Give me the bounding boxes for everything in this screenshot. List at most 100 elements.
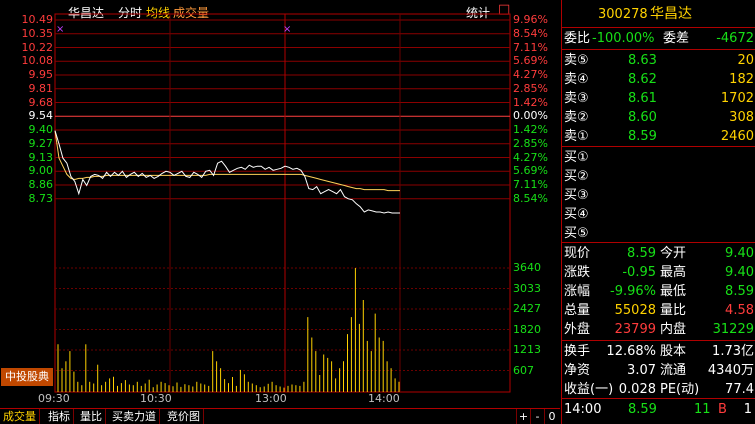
- stat-label: 流通: [660, 363, 687, 378]
- ask-price: 8.59: [628, 129, 657, 144]
- zoom-in-button[interactable]: +: [516, 409, 530, 424]
- stat-row: 涨跌 -0.95 最高 9.40: [562, 263, 755, 282]
- stat-label: 外盘: [564, 322, 591, 337]
- webi-label: 委比: [564, 31, 591, 46]
- order-ratio-row: 委比 -100.00% 委差 -4672: [562, 29, 755, 48]
- tab-buy-sell-force[interactable]: 买卖力道: [109, 409, 160, 424]
- tick-time: 14:00: [564, 402, 602, 417]
- stat-value: 8.59: [627, 246, 656, 261]
- bid-level-row[interactable]: 买②: [562, 167, 755, 186]
- time-axis-label: 14:00: [368, 392, 400, 405]
- webi-value: -100.00%: [592, 31, 655, 46]
- stat-label: 涨跌: [564, 265, 591, 280]
- price-axis-label: 9.54: [28, 109, 54, 123]
- reset-button[interactable]: 0: [544, 409, 559, 424]
- bid-label: 买⑤: [564, 226, 589, 241]
- price-axis-label: 8.73: [28, 191, 54, 205]
- bid-level-row[interactable]: 买③: [562, 186, 755, 205]
- tab-volume[interactable]: 成交量: [0, 409, 40, 424]
- stat-value: 31229: [712, 322, 754, 337]
- volume-axis-label: 1213: [513, 343, 541, 356]
- stat-label: 换手: [564, 344, 591, 359]
- percent-axis-label: 8.54%: [513, 26, 548, 40]
- zoom-out-button[interactable]: -: [530, 409, 544, 424]
- percent-axis-label: 4.27%: [513, 150, 548, 164]
- volume-axis-label: 3033: [513, 281, 541, 295]
- stat-label: 收益(一): [564, 382, 614, 397]
- price-axis-label: 9.27: [28, 136, 54, 150]
- stat-value: 3.07: [627, 363, 656, 378]
- price-axis-label: 9.40: [28, 123, 54, 136]
- marker-left: ×: [56, 24, 65, 35]
- ask-level-row[interactable]: 卖② 8.60 308: [562, 108, 755, 127]
- stat-value: -9.96%: [610, 284, 656, 299]
- percent-axis-label: 4.27%: [513, 68, 548, 81]
- stat-label: 涨幅: [564, 284, 591, 299]
- stat-value: 55028: [614, 303, 656, 318]
- percent-axis-label: 7.11%: [513, 178, 548, 191]
- stat-value: 23799: [614, 322, 656, 337]
- stat-value: 9.40: [725, 265, 754, 280]
- stat-row: 涨幅 -9.96% 最低 8.59: [562, 282, 755, 301]
- intraday-chart[interactable]: 华昌达 分时 均线 成交量 统计 □ 10.49 10.35 10.22 10.08 9…: [0, 0, 560, 408]
- bid-level-row[interactable]: 买④: [562, 205, 755, 224]
- stat-value: 4340万: [707, 363, 754, 378]
- wecha-label: 委差: [663, 31, 690, 46]
- stat-value: 8.59: [725, 284, 754, 299]
- percent-axis-label: 8.54%: [513, 191, 548, 205]
- bid-label: 买①: [564, 150, 589, 165]
- ask-volume: 2460: [720, 129, 754, 144]
- percent-axis-label: 2.85%: [513, 136, 548, 150]
- quote-panel: 300278 华昌达 委比 -100.00% 委差 -4672 卖⑤ 8.63 …: [561, 0, 755, 424]
- bid-level-row[interactable]: 买⑤: [562, 224, 755, 243]
- stat-row: 现价 8.59 今开 9.40: [562, 244, 755, 263]
- price-axis-label: 9.00: [28, 164, 54, 178]
- price-axis-label: 8.86: [28, 178, 54, 191]
- stat-value: 0.028: [618, 382, 656, 397]
- ask-price: 8.61: [628, 91, 657, 106]
- stat-label: 总量: [564, 303, 591, 318]
- stock-name: 华昌达: [650, 6, 692, 22]
- stat-value: 12.68%: [606, 344, 656, 359]
- tab-indicator[interactable]: 指标: [45, 409, 74, 424]
- ask-level-row[interactable]: 卖③ 8.61 1702: [562, 89, 755, 108]
- stat-value: -0.95: [622, 265, 656, 280]
- volume-axis-label: 607: [513, 363, 534, 377]
- ask-level-row[interactable]: 卖① 8.59 2460: [562, 127, 755, 146]
- tick-side: B: [718, 402, 727, 417]
- tick-count: 1: [743, 402, 752, 417]
- indicator-tabs: 成交量 指标 量比 买卖力道 竞价图 + - 0: [0, 408, 560, 424]
- stat-row: 总量 55028 量比 4.58: [562, 301, 755, 320]
- stat-value: 1.73亿: [712, 344, 754, 359]
- marker-right: ×: [283, 24, 292, 35]
- broker-badge[interactable]: 中投股典: [1, 368, 53, 386]
- percent-axis-label: 9.96%: [513, 13, 548, 26]
- ask-label: 卖⑤: [564, 53, 589, 68]
- tab-volume-ratio[interactable]: 量比: [77, 409, 106, 424]
- stat-label: 今开: [660, 246, 687, 261]
- price-axis-label: 9.81: [28, 81, 54, 95]
- stat-value: 77.4: [725, 382, 754, 397]
- time-axis-label: 09:30: [38, 392, 70, 405]
- price-axis-label: 9.68: [28, 95, 54, 109]
- tab-auction[interactable]: 竞价图: [164, 409, 204, 424]
- stat-label: 现价: [564, 246, 591, 261]
- stat-row: 外盘 23799 内盘 31229: [562, 320, 755, 339]
- stat-row: 收益(一) 0.028 PE(动) 77.4: [562, 380, 755, 399]
- price-axis-label: 10.08: [21, 54, 54, 68]
- ask-volume: 20: [737, 53, 754, 68]
- stat-label: PE(动): [660, 382, 700, 397]
- ask-label: 卖③: [564, 91, 589, 106]
- quote-title: 300278 华昌达: [562, 5, 755, 25]
- ask-price: 8.63: [628, 53, 657, 68]
- ask-label: 卖①: [564, 129, 589, 144]
- ask-price: 8.60: [628, 110, 657, 125]
- price-axis-label: 10.49: [21, 13, 54, 26]
- ask-level-row[interactable]: 卖⑤ 8.63 20: [562, 51, 755, 70]
- bid-level-row[interactable]: 买①: [562, 148, 755, 167]
- ask-level-row[interactable]: 卖④ 8.62 182: [562, 70, 755, 89]
- percent-axis-label: 1.42%: [513, 95, 548, 109]
- percent-axis-label: 5.69%: [513, 164, 548, 178]
- price-axis-label: 10.35: [21, 26, 54, 40]
- tick-price: 8.59: [628, 402, 657, 417]
